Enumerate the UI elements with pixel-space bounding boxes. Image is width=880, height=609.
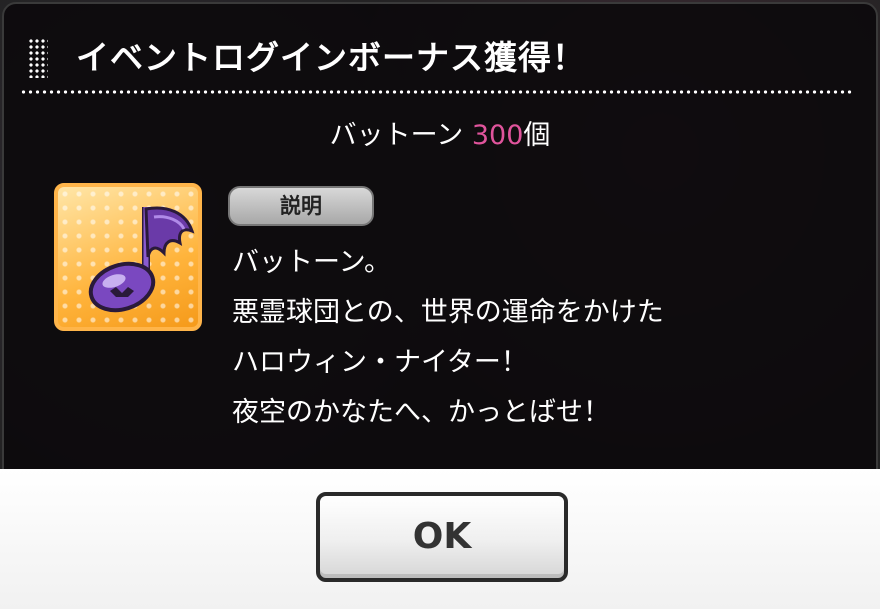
reward-line: バットーン 300個	[0, 118, 880, 154]
reward-unit: 個	[523, 120, 551, 151]
reward-item-name: バットーン	[329, 120, 464, 151]
reward-item-icon	[54, 183, 202, 331]
description-line: 夜空のかなたへ、かっとばせ！	[232, 397, 610, 428]
title-divider	[20, 90, 852, 94]
dialog-header: イベントログインボーナス獲得！	[28, 36, 852, 94]
description-line: ハロウィン・ナイター！	[232, 347, 528, 378]
bat-winged-music-note-icon	[88, 206, 195, 313]
description-text: バットーン。 悪霊球団との、世界の運命をかけた ハロウィン・ナイター！ 夜空のか…	[232, 238, 664, 438]
title-dots-icon	[28, 38, 48, 78]
ok-button[interactable]: OK	[316, 492, 568, 582]
dialog-title: イベントログインボーナス獲得！	[76, 38, 586, 77]
reward-quantity: 300	[471, 120, 524, 151]
description-line: 悪霊球団との、世界の運命をかけた	[232, 297, 664, 328]
description-line: バットーン。	[232, 247, 392, 278]
description-badge: 説明	[228, 186, 374, 226]
